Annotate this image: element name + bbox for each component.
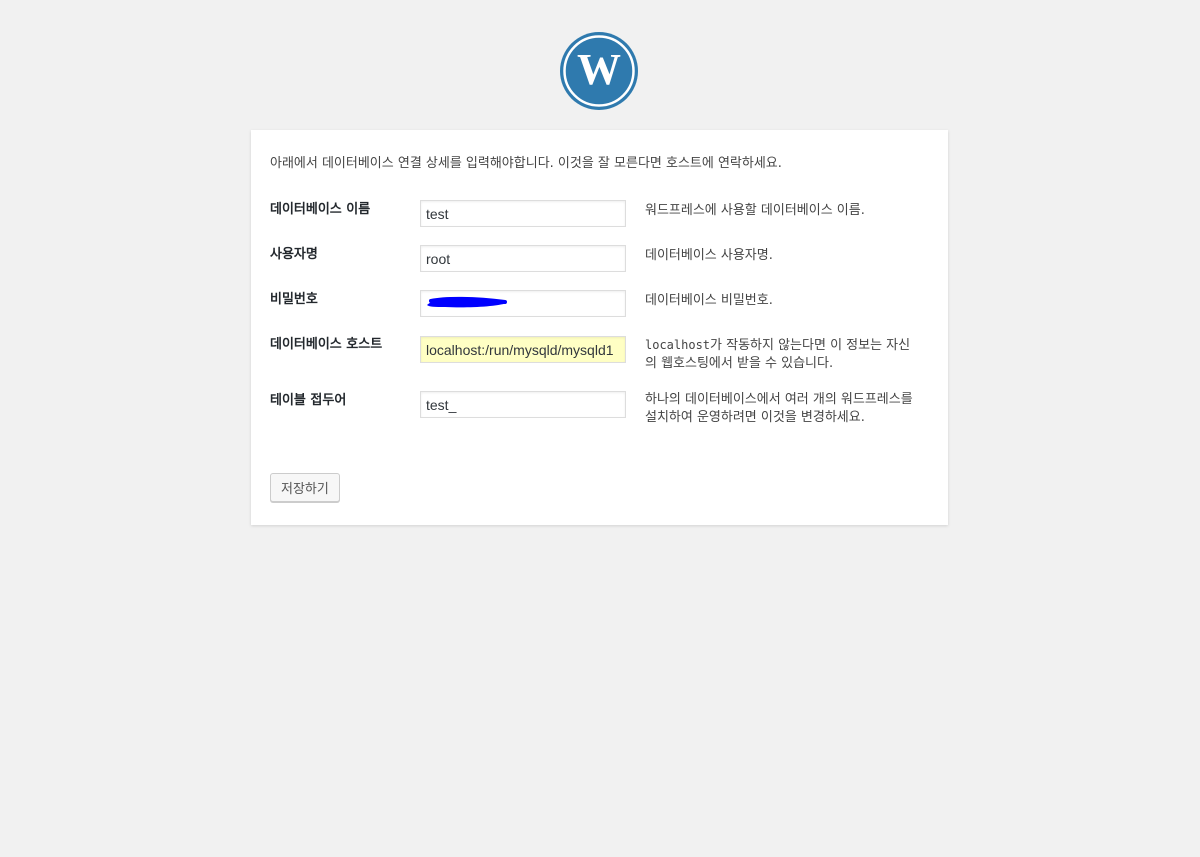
password-description: 데이터베이스 비밀번호.	[645, 293, 773, 308]
dbhost-description: localhost가 작동하지 않는다면 이 정보는 자신의 웹호스팅에서 받을…	[645, 336, 915, 373]
localhost-code: localhost	[645, 338, 711, 352]
setup-config-card: 아래에서 데이터베이스 연결 상세를 입력해야합니다. 이것을 잘 모른다면 호…	[251, 130, 948, 525]
dbname-input[interactable]	[420, 200, 626, 227]
password-input[interactable]	[420, 290, 626, 317]
prefix-label: 테이블 접두어	[270, 393, 347, 408]
prefix-description: 하나의 데이터베이스에서 여러 개의 워드프레스를 설치하여 운영하려면 이것을…	[645, 392, 913, 425]
username-description: 데이터베이스 사용자명.	[645, 248, 773, 263]
username-input[interactable]	[420, 245, 626, 272]
dbhost-label: 데이터베이스 호스트	[270, 337, 383, 352]
submit-button[interactable]: 저장하기	[270, 473, 340, 502]
prefix-input[interactable]	[420, 391, 626, 418]
dbname-description: 워드프레스에 사용할 데이터베이스 이름.	[645, 203, 865, 218]
wordpress-logo-icon: W	[560, 32, 638, 110]
username-label: 사용자명	[270, 247, 318, 262]
intro-text: 아래에서 데이터베이스 연결 상세를 입력해야합니다. 이것을 잘 모른다면 호…	[270, 156, 782, 171]
dbhost-input[interactable]	[420, 336, 626, 363]
password-label: 비밀번호	[270, 292, 318, 307]
svg-text:W: W	[577, 45, 621, 94]
dbname-label: 데이터베이스 이름	[270, 202, 371, 217]
